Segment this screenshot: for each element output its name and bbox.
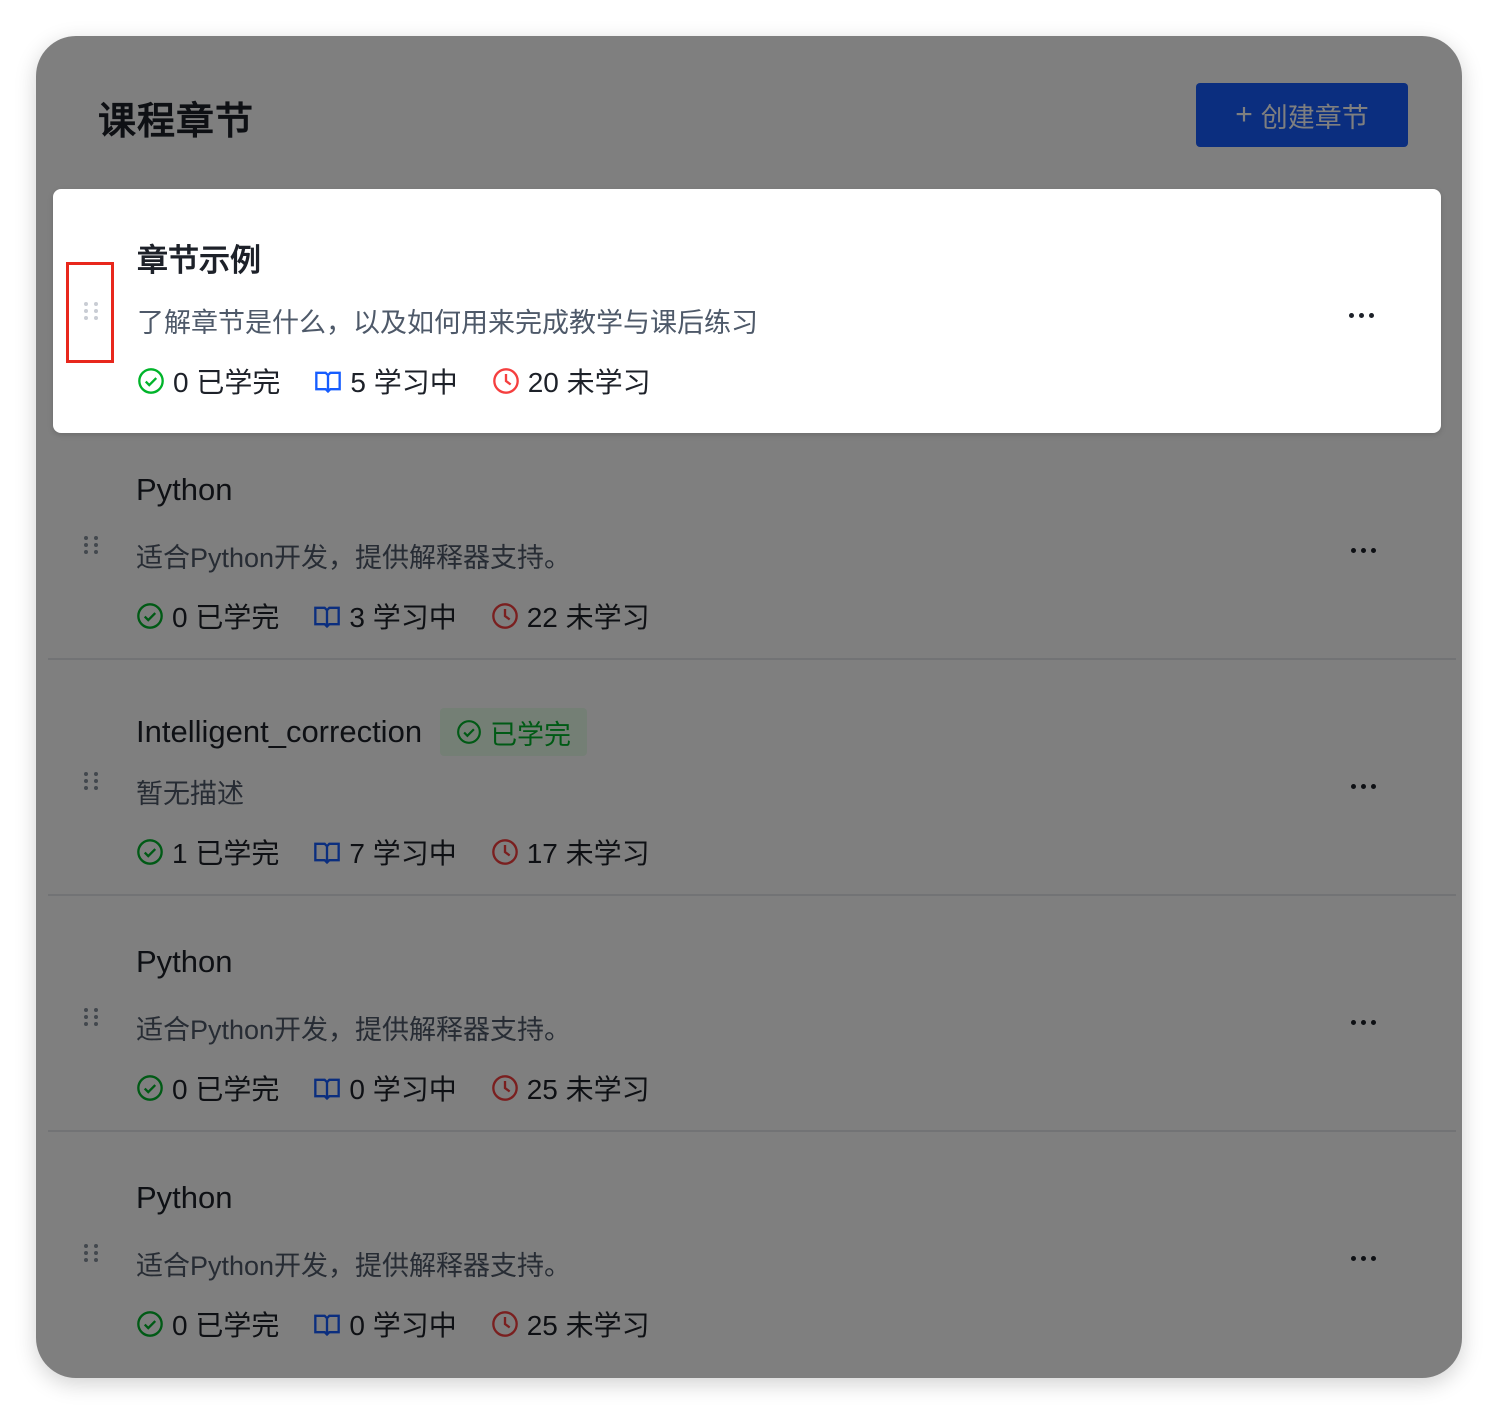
check-circle-icon [137, 839, 163, 865]
not-started-stat: 25 未学习 [491, 1068, 650, 1108]
check-circle-icon [138, 368, 164, 394]
drag-handle-icon[interactable] [84, 772, 100, 800]
chapter-stats: 0 已学完 5 学习中 20 未学习 [137, 361, 651, 401]
clock-icon [491, 839, 518, 865]
learning-stat: 7 学习中 [313, 832, 457, 872]
more-options-icon[interactable] [1338, 295, 1384, 335]
chapter-item[interactable]: 章节示例 了解章节是什么，以及如何用来完成教学与课后练习 0 已学完 5 学习中… [53, 189, 1441, 433]
chapter-title: Python [136, 944, 233, 979]
clock-icon [491, 1075, 518, 1101]
chapter-description: 暂无描述 [136, 779, 244, 809]
check-circle-icon [137, 1075, 163, 1101]
learning-stat: 5 学习中 [314, 361, 458, 401]
check-circle-icon [137, 1311, 163, 1337]
clock-icon [491, 1311, 518, 1337]
chapter-description: 适合Python开发，提供解释器支持。 [136, 1015, 572, 1045]
drag-handle-icon[interactable] [84, 1008, 100, 1036]
completed-stat: 0 已学完 [136, 596, 279, 636]
drag-handle-icon[interactable] [84, 302, 100, 330]
chapter-description: 适合Python开发，提供解释器支持。 [136, 1251, 572, 1281]
completed-stat: 0 已学完 [136, 1304, 279, 1344]
plus-icon: + [1235, 98, 1253, 131]
not-started-stat: 22 未学习 [491, 596, 650, 636]
chapter-stats: 0 已学完 3 学习中 22 未学习 [136, 596, 650, 636]
book-icon [314, 1314, 341, 1337]
chapter-stats: 1 已学完 7 学习中 17 未学习 [136, 832, 650, 872]
drag-handle-icon[interactable] [84, 536, 100, 564]
learning-stat: 0 学习中 [313, 1304, 457, 1344]
completed-stat: 0 已学完 [136, 1068, 279, 1108]
clock-icon [491, 603, 518, 629]
chapter-stats: 0 已学完 0 学习中 25 未学习 [136, 1304, 650, 1344]
learning-stat: 0 学习中 [313, 1068, 457, 1108]
completed-stat: 1 已学完 [136, 832, 279, 872]
check-circle-icon [457, 720, 481, 744]
highlighted-chapter-card: 章节示例 了解章节是什么，以及如何用来完成教学与课后练习 0 已学完 5 学习中… [53, 189, 1441, 433]
not-started-stat: 17 未学习 [491, 832, 650, 872]
create-chapter-label: 创建章节 [1260, 102, 1369, 133]
chapter-stats: 0 已学完 0 学习中 25 未学习 [136, 1068, 650, 1108]
book-icon [315, 371, 342, 394]
learning-stat: 3 学习中 [313, 596, 457, 636]
chapter-item[interactable]: Python 适合Python开发，提供解释器支持。 0 已学完 0 学习中 2… [48, 896, 1456, 1132]
chapter-title: 章节示例 [137, 243, 261, 278]
chapter-item[interactable]: Intelligent_correction 已学完 暂无描述 1 已学完 7 … [48, 660, 1456, 896]
chapter-title: Intelligent_correction 已学完 [136, 708, 588, 756]
more-options-icon[interactable] [1340, 1002, 1386, 1042]
check-circle-icon [137, 603, 163, 629]
chapter-description: 了解章节是什么，以及如何用来完成教学与课后练习 [137, 308, 758, 338]
chapter-description: 适合Python开发，提供解释器支持。 [136, 543, 572, 573]
chapter-item[interactable]: Python 适合Python开发，提供解释器支持。 0 已学完 3 学习中 2… [48, 424, 1456, 660]
drag-handle-icon[interactable] [84, 1244, 100, 1272]
more-options-icon[interactable] [1340, 766, 1386, 806]
chapter-title: Python [136, 1180, 233, 1215]
completed-stat: 0 已学完 [137, 361, 280, 401]
create-chapter-button[interactable]: + 创建章节 [1196, 83, 1408, 147]
more-options-icon[interactable] [1340, 530, 1386, 570]
chapter-item[interactable]: Python 适合Python开发，提供解释器支持。 0 已学完 0 学习中 2… [48, 1132, 1456, 1366]
clock-icon [492, 368, 519, 394]
panel-header: 课程章节 + 创建章节 [36, 36, 1462, 188]
chapter-title: Python [136, 472, 233, 507]
not-started-stat: 25 未学习 [491, 1304, 650, 1344]
page-title: 课程章节 [98, 101, 255, 143]
book-icon [314, 1078, 341, 1101]
book-icon [314, 606, 341, 629]
more-options-icon[interactable] [1340, 1238, 1386, 1278]
book-icon [314, 842, 341, 865]
status-badge: 已学完 [440, 708, 588, 756]
not-started-stat: 20 未学习 [492, 361, 651, 401]
